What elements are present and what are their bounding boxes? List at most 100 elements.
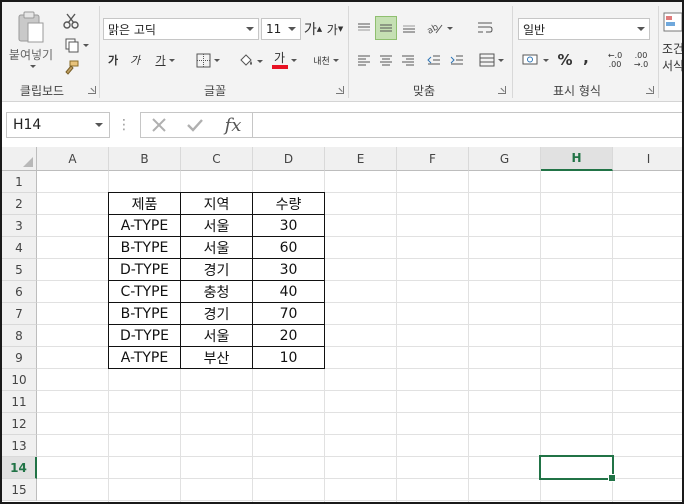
row-header-14[interactable]: 14 xyxy=(2,457,37,479)
column-header-a[interactable]: A xyxy=(37,147,109,171)
increase-decimal-button[interactable]: ←.0 .00 xyxy=(604,48,626,72)
percent-style-button[interactable]: % xyxy=(556,50,574,70)
table-cell[interactable]: 서울 xyxy=(181,215,253,237)
table-cell[interactable]: 70 xyxy=(253,303,325,325)
align-right-button[interactable] xyxy=(398,50,418,70)
formula-input[interactable] xyxy=(252,112,682,138)
table-cell[interactable]: 서울 xyxy=(181,325,253,347)
copy-button[interactable] xyxy=(60,34,92,56)
align-middle-button[interactable] xyxy=(375,16,397,40)
row-header-10[interactable]: 10 xyxy=(2,369,37,391)
column-header-g[interactable]: G xyxy=(469,147,541,171)
column-header-e[interactable]: E xyxy=(325,147,397,171)
table-cell[interactable]: 부산 xyxy=(181,347,253,369)
paste-button[interactable]: 붙여넣기 xyxy=(6,10,56,74)
row-header-5[interactable]: 5 xyxy=(2,259,37,281)
phonetic-dropdown-icon[interactable] xyxy=(332,58,339,62)
worksheet-grid[interactable]: A B C D E F G H I 1 2 3 4 5 6 7 8 9 10 11 12 13 14 15 제품 지역 수량 A-TY… xyxy=(2,147,682,502)
table-cell[interactable]: 10 xyxy=(253,347,325,369)
column-header-c[interactable]: C xyxy=(181,147,253,171)
number-format-combo[interactable]: 일반 xyxy=(518,18,650,40)
orientation-button[interactable]: ab xyxy=(422,18,456,38)
font-color-button[interactable]: 가 xyxy=(268,48,300,72)
table-cell[interactable]: A-TYPE xyxy=(108,215,181,237)
number-launcher-icon[interactable] xyxy=(646,86,654,94)
grow-font-button[interactable]: 가 ▲ xyxy=(304,18,322,40)
select-all-button[interactable] xyxy=(2,147,37,171)
row-header-1[interactable]: 1 xyxy=(2,171,37,193)
cancel-entry-button[interactable] xyxy=(147,115,171,135)
formula-bar-grip-icon[interactable]: ⋮ xyxy=(116,115,132,135)
align-bottom-button[interactable] xyxy=(399,18,419,38)
table-cell[interactable]: B-TYPE xyxy=(108,237,181,259)
row-header-7[interactable]: 7 xyxy=(2,303,37,325)
table-cell[interactable]: A-TYPE xyxy=(108,347,181,369)
active-cell-selection[interactable] xyxy=(539,455,616,482)
column-header-i[interactable]: I xyxy=(613,147,682,171)
table-cell[interactable]: 경기 xyxy=(181,259,253,281)
alignment-launcher-icon[interactable] xyxy=(498,86,506,94)
phonetic-button[interactable]: 내천 xyxy=(308,48,344,72)
name-box[interactable]: H14 xyxy=(6,112,110,138)
comma-style-button[interactable]: , xyxy=(578,48,594,68)
paste-dropdown-icon[interactable] xyxy=(29,65,36,68)
column-header-f[interactable]: F xyxy=(397,147,469,171)
table-cell[interactable]: 40 xyxy=(253,281,325,303)
borders-button[interactable] xyxy=(192,50,224,70)
underline-button[interactable]: 가 xyxy=(148,50,182,70)
clipboard-launcher-icon[interactable] xyxy=(88,86,96,94)
align-left-button[interactable] xyxy=(354,50,374,70)
font-launcher-icon[interactable] xyxy=(336,86,344,94)
table-header-cell[interactable]: 수량 xyxy=(253,192,325,215)
merge-dropdown-icon[interactable] xyxy=(497,58,504,62)
column-header-d[interactable]: D xyxy=(253,147,325,171)
table-cell[interactable]: 20 xyxy=(253,325,325,347)
format-painter-button[interactable] xyxy=(60,58,82,78)
table-cell[interactable]: 서울 xyxy=(181,237,253,259)
accounting-dropdown-icon[interactable] xyxy=(542,58,549,62)
table-cell[interactable]: C-TYPE xyxy=(108,281,181,303)
table-cell[interactable]: D-TYPE xyxy=(108,259,181,281)
italic-button[interactable]: 가 xyxy=(126,50,144,70)
shrink-font-button[interactable]: 가 ▼ xyxy=(326,18,344,40)
table-cell[interactable]: 60 xyxy=(253,237,325,259)
table-cell[interactable]: 충청 xyxy=(181,281,253,303)
decrease-decimal-button[interactable]: .00 →.0 xyxy=(630,48,652,72)
wrap-text-button[interactable] xyxy=(474,18,496,38)
table-cell[interactable]: 30 xyxy=(253,259,325,281)
cut-button[interactable] xyxy=(60,10,82,32)
table-cell[interactable]: 경기 xyxy=(181,303,253,325)
row-header-11[interactable]: 11 xyxy=(2,391,37,413)
row-header-12[interactable]: 12 xyxy=(2,413,37,435)
table-header-cell[interactable]: 제품 xyxy=(108,192,181,215)
increase-indent-button[interactable] xyxy=(447,50,467,70)
fill-color-button[interactable] xyxy=(234,50,266,72)
underline-dropdown-icon[interactable] xyxy=(168,58,175,62)
row-header-4[interactable]: 4 xyxy=(2,237,37,259)
row-header-13[interactable]: 13 xyxy=(2,435,37,457)
row-header-2[interactable]: 2 xyxy=(2,193,37,215)
table-header-cell[interactable]: 지역 xyxy=(181,192,253,215)
font-name-combo[interactable]: 맑은 고딕 xyxy=(103,18,259,40)
table-cell[interactable]: 30 xyxy=(253,215,325,237)
font-size-combo[interactable]: 11 xyxy=(261,18,301,40)
row-header-6[interactable]: 6 xyxy=(2,281,37,303)
table-cell[interactable]: D-TYPE xyxy=(108,325,181,347)
fill-color-dropdown-icon[interactable] xyxy=(256,59,263,63)
orientation-dropdown-icon[interactable] xyxy=(446,26,453,30)
decrease-indent-button[interactable] xyxy=(424,50,444,70)
row-header-3[interactable]: 3 xyxy=(2,215,37,237)
row-header-8[interactable]: 8 xyxy=(2,325,37,347)
column-header-b[interactable]: B xyxy=(109,147,181,171)
table-cell[interactable]: B-TYPE xyxy=(108,303,181,325)
insert-function-button[interactable]: fx xyxy=(219,114,247,136)
confirm-entry-button[interactable] xyxy=(183,115,207,135)
bold-button[interactable]: 가 xyxy=(104,50,122,70)
row-header-15[interactable]: 15 xyxy=(2,479,37,501)
align-center-button[interactable] xyxy=(376,50,396,70)
borders-dropdown-icon[interactable] xyxy=(214,58,220,62)
copy-dropdown-icon[interactable] xyxy=(82,43,89,47)
column-header-h[interactable]: H xyxy=(541,147,613,171)
merge-center-button[interactable] xyxy=(474,50,508,70)
accounting-format-button[interactable] xyxy=(518,50,552,70)
